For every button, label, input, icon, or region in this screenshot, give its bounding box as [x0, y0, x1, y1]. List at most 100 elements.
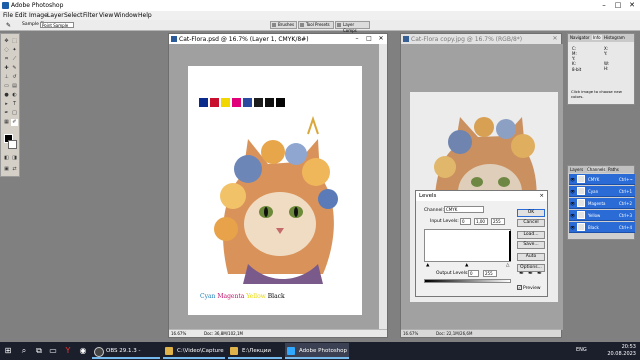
document-title-bar[interactable]: Cat-Flora copy.jpg @ 16.7% (RGB/8*) ✕ — [401, 34, 561, 44]
doc-minimize-icon[interactable]: – — [351, 34, 363, 44]
marquee-tool-icon[interactable]: ⬚ — [11, 38, 18, 45]
well-tool-presets[interactable]: Tool Presets — [298, 21, 334, 29]
tab-channels[interactable]: Channels — [587, 167, 606, 172]
channel-row-yellow[interactable]: 👁 Yellow Ctrl+3 — [569, 210, 635, 221]
black-eyedropper-icon[interactable]: ✒ — [519, 270, 524, 277]
auto-button[interactable]: Auto — [517, 253, 545, 261]
vertical-scrollbar[interactable] — [379, 44, 387, 330]
notes-tool-icon[interactable]: ▦ — [3, 119, 10, 126]
save-button[interactable]: Save... — [517, 241, 545, 249]
task-obs[interactable]: OBS 29.1.3 - Profile... — [92, 343, 160, 359]
tab-info[interactable]: Info — [592, 35, 602, 40]
pen-tool-icon[interactable]: ✒ — [3, 110, 10, 117]
file-explorer-icon[interactable]: ▭ — [47, 345, 59, 357]
channel-row-cyan[interactable]: 👁 Cyan Ctrl+1 — [569, 186, 635, 197]
standard-mode-icon[interactable]: ◨ — [11, 155, 18, 162]
blur-tool-icon[interactable]: ● — [3, 92, 10, 99]
history-brush-icon[interactable]: ↺ — [11, 74, 18, 81]
input-black-field[interactable]: 0 — [460, 218, 471, 225]
minimize-icon[interactable]: – — [597, 0, 611, 11]
menu-select[interactable]: Select — [64, 12, 83, 19]
type-tool-icon[interactable]: T — [11, 101, 18, 108]
menu-image[interactable]: Image — [29, 12, 48, 19]
input-gamma-field[interactable]: 1,00 — [474, 218, 488, 225]
channel-row-black[interactable]: 👁 Black Ctrl+4 — [569, 222, 635, 233]
eye-icon[interactable]: 👁 — [570, 225, 575, 230]
eye-icon[interactable]: 👁 — [570, 177, 575, 182]
menu-view[interactable]: View — [99, 12, 113, 19]
path-selection-icon[interactable]: ▸ — [3, 101, 10, 108]
dodge-tool-icon[interactable]: ◐ — [11, 92, 18, 99]
channel-row-cmyk[interactable]: 👁 CMYK Ctrl+~ — [569, 174, 635, 185]
maximize-icon[interactable]: □ — [611, 0, 625, 11]
background-color-swatch[interactable] — [8, 140, 17, 149]
eyedropper-tool-icon[interactable]: ✐ — [11, 119, 18, 126]
task-photoshop[interactable]: Adobe Photoshop — [285, 343, 349, 359]
white-eyedropper-icon[interactable]: ✒ — [537, 270, 542, 277]
load-button[interactable]: Load... — [517, 231, 545, 239]
eye-icon[interactable]: 👁 — [570, 201, 575, 206]
document-title-bar[interactable]: Cat-Flora.psd @ 16.7% (Layer 1, CMYK/8#)… — [169, 34, 387, 44]
input-slider[interactable]: ▲ — [426, 263, 429, 268]
quick-mask-icon[interactable]: ◧ — [3, 155, 10, 162]
search-icon[interactable]: ⌕ — [18, 345, 30, 357]
eye-icon[interactable]: 👁 — [570, 189, 575, 194]
lasso-tool-icon[interactable]: ◌ — [3, 47, 10, 54]
tab-layers[interactable]: Layers — [570, 167, 583, 172]
menu-filter[interactable]: Filter — [83, 12, 98, 19]
eyedropper-icon[interactable]: ✎ — [6, 22, 14, 29]
brush-tool-icon[interactable]: ✎ — [11, 65, 18, 72]
tab-histogram[interactable]: Histogram — [604, 35, 625, 40]
clock[interactable]: 20:53 20.08.2023 — [607, 344, 636, 358]
task-view-icon[interactable]: ⧉ — [33, 345, 45, 357]
magic-wand-icon[interactable]: ✦ — [11, 47, 18, 54]
obs-icon[interactable]: ◉ — [77, 345, 89, 357]
yandex-browser-icon[interactable]: Y — [62, 345, 74, 357]
move-tool-icon[interactable]: ✥ — [3, 38, 10, 45]
cancel-button[interactable]: Cancel — [517, 219, 545, 227]
document-canvas[interactable]: Cyan Magenta Yellow Black — [169, 44, 381, 330]
menu-file[interactable]: File — [3, 12, 13, 19]
menu-window[interactable]: Window — [114, 12, 138, 19]
gray-eyedropper-icon[interactable]: ✒ — [528, 270, 533, 277]
close-icon[interactable]: ✕ — [625, 0, 639, 11]
well-brushes[interactable]: Brushes — [270, 21, 297, 29]
channel-row-magenta[interactable]: 👁 Magenta Ctrl+2 — [569, 198, 635, 209]
task-lectures[interactable]: E:\Лекции — [228, 343, 282, 359]
task-video-capture[interactable]: C:\Video\Capture — [163, 343, 225, 359]
eraser-tool-icon[interactable]: ▭ — [3, 83, 10, 90]
menu-layer[interactable]: Layer — [47, 12, 64, 19]
white-slider[interactable]: △ — [506, 263, 509, 268]
ok-button[interactable]: OK — [517, 209, 545, 217]
menu-help[interactable]: Help — [138, 12, 152, 19]
doc-close-icon[interactable]: ✕ — [375, 34, 387, 44]
input-white-field[interactable]: 255 — [491, 218, 505, 225]
shape-tool-icon[interactable]: □ — [11, 110, 18, 117]
levels-title-bar[interactable]: Levels × — [416, 191, 547, 201]
well-layer-comps[interactable]: Layer Comps — [335, 21, 370, 33]
tray-language[interactable]: ENG — [576, 347, 587, 353]
slice-tool-icon[interactable]: ⟋ — [11, 56, 18, 63]
doc-maximize-icon[interactable]: □ — [363, 34, 375, 44]
levels-close-icon[interactable]: × — [539, 193, 544, 199]
tab-paths[interactable]: Paths — [608, 167, 619, 172]
crop-tool-icon[interactable]: ⌗ — [3, 56, 10, 63]
gradient-tool-icon[interactable]: ▤ — [11, 83, 18, 90]
output-white-field[interactable]: 255 — [483, 270, 497, 277]
eye-icon[interactable]: 👁 — [570, 213, 575, 218]
document-window-cat-flora-psd[interactable]: Cat-Flora.psd @ 16.7% (Layer 1, CMYK/8#)… — [168, 33, 388, 338]
tab-navigator[interactable]: Navigator — [570, 35, 590, 40]
output-black-field[interactable]: 0 — [468, 270, 479, 277]
zoom-level[interactable]: 16.67% — [171, 331, 186, 336]
gamma-slider[interactable]: ▲ — [465, 263, 468, 268]
sample-size-select[interactable]: Point Sample — [40, 22, 74, 28]
preview-checkbox[interactable]: ✓ Preview — [517, 285, 541, 291]
stamp-tool-icon[interactable]: ⊥ — [3, 74, 10, 81]
channel-select[interactable]: CMYK — [444, 206, 484, 213]
menu-edit[interactable]: Edit — [15, 12, 27, 19]
screen-mode-icon[interactable]: ▣ — [3, 166, 10, 173]
artboard[interactable]: Cyan Magenta Yellow Black — [188, 66, 362, 315]
healing-brush-icon[interactable]: ✚ — [3, 65, 10, 72]
jump-to-imageready-icon[interactable]: ⇄ — [11, 166, 18, 173]
zoom-level[interactable]: 16.67% — [403, 331, 418, 336]
